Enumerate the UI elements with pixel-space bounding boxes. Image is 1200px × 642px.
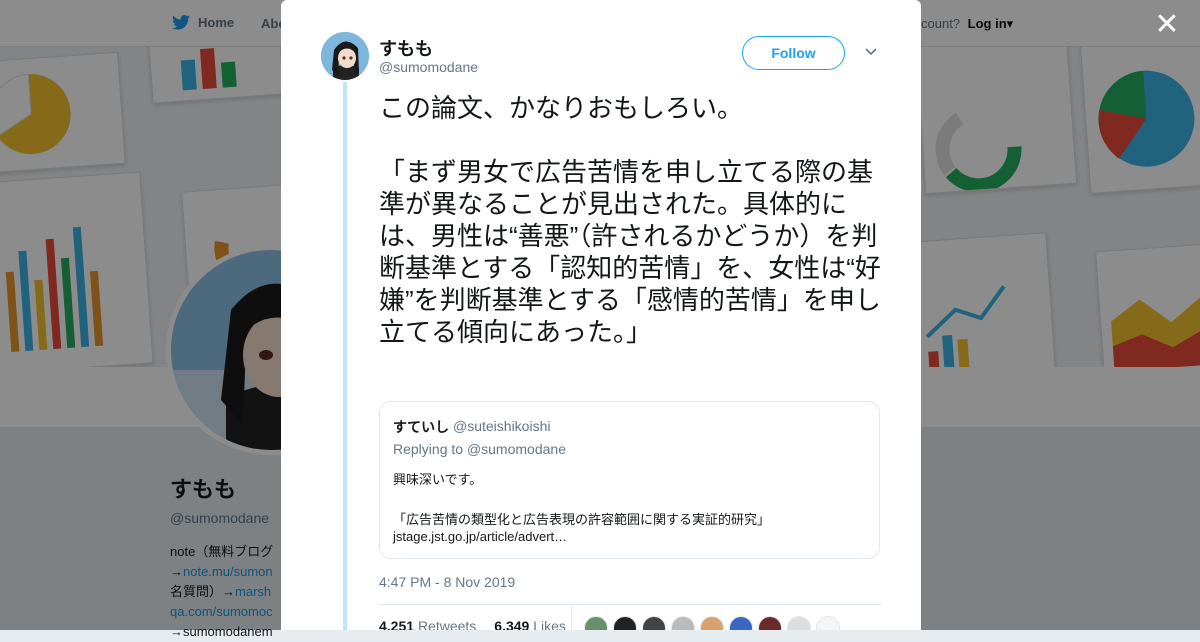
retweets-stat[interactable]: 4,251 Retweets xyxy=(379,618,476,630)
replying-to-handle[interactable]: @sumomodane xyxy=(467,441,566,457)
quoted-author-handle: @suteishikoishi xyxy=(453,418,551,434)
likers-avatars xyxy=(584,616,840,630)
quoted-text: 興味深いです。 「広告苦情の類型化と広告表現の許容範囲に関する実証的研究」 xyxy=(393,472,771,527)
divider xyxy=(571,606,572,630)
thread-line xyxy=(343,82,347,630)
liker-avatar[interactable] xyxy=(700,616,724,630)
quoted-author-name: すていし xyxy=(393,419,450,435)
replying-to: Replying to @sumomodane xyxy=(393,441,566,457)
quoted-tweet[interactable]: すていし @suteishikoishi Replying to @sumomo… xyxy=(379,401,880,559)
divider xyxy=(379,604,881,605)
tweet-text: この論文、かなりおもしろい。 「まず男女で広告苦情を申し立てる際の基準が異なるこ… xyxy=(379,93,881,347)
tweet-author-name[interactable]: すもも xyxy=(379,35,433,61)
chevron-down-icon[interactable] xyxy=(864,45,878,59)
liker-avatar[interactable] xyxy=(613,616,637,630)
liker-avatar[interactable] xyxy=(787,616,811,630)
tweet-timestamp[interactable]: 4:47 PM - 8 Nov 2019 xyxy=(379,574,515,590)
tweet-stats: 4,251 Retweets 6,349 Likes xyxy=(379,618,566,630)
liker-avatar[interactable] xyxy=(729,616,753,630)
anime-girl-avatar-image xyxy=(321,32,369,80)
liker-avatar[interactable] xyxy=(584,616,608,630)
likes-stat[interactable]: 6,349 Likes xyxy=(494,618,566,630)
liker-avatar[interactable] xyxy=(642,616,666,630)
close-icon[interactable]: ✕ xyxy=(1154,10,1180,40)
tweet-author-avatar[interactable] xyxy=(321,32,369,80)
quoted-link[interactable]: jstage.jst.go.jp/article/advert… xyxy=(393,529,567,544)
follow-button[interactable]: Follow xyxy=(742,36,845,70)
liker-avatar[interactable] xyxy=(816,616,840,630)
liker-avatar[interactable] xyxy=(758,616,782,630)
liker-avatar[interactable] xyxy=(671,616,695,630)
tweet-author-handle[interactable]: @sumomodane xyxy=(379,59,478,75)
tweet-modal: すもも @sumomodane Follow この論文、かなりおもしろい。 「ま… xyxy=(281,0,921,630)
